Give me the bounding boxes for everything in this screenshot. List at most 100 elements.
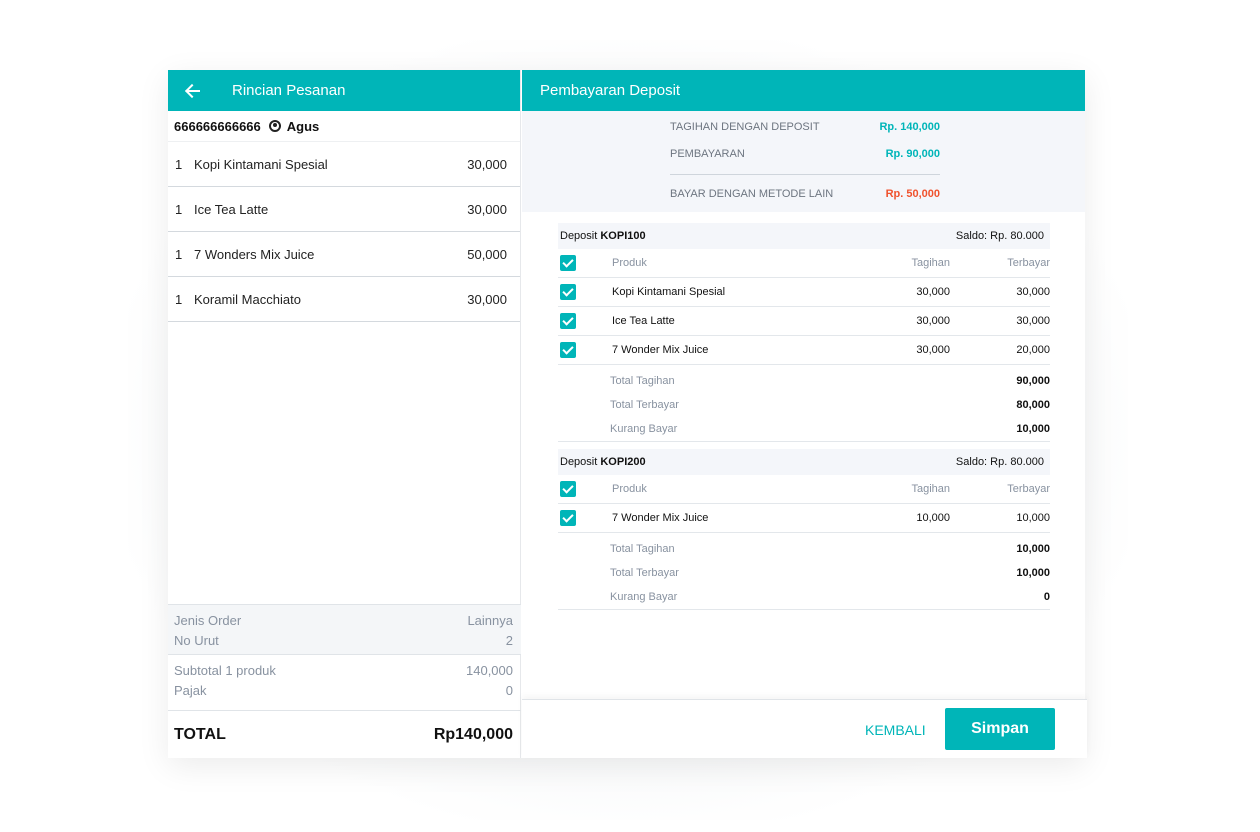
order-item[interactable]: 1 Koramil Macchiato 30,000 xyxy=(168,277,520,322)
row-tagihan: 30,000 xyxy=(916,315,950,327)
row-checkbox[interactable] xyxy=(560,510,576,526)
customer-id: 666666666666 xyxy=(174,118,261,134)
customer-info: 666666666666 Agus xyxy=(168,111,520,141)
order-item-qty: 1 xyxy=(175,201,183,217)
row-tagihan: 30,000 xyxy=(916,286,950,298)
deposit-totals: Total Tagihan 10,000 Total Terbayar 10,0… xyxy=(558,533,1050,610)
order-item-name: Ice Tea Latte xyxy=(194,201,269,217)
order-item-name: Kopi Kintamani Spesial xyxy=(194,156,328,172)
table-header-row: Produk Tagihan Terbayar xyxy=(558,249,1050,278)
total-tagihan-value: 10,000 xyxy=(1016,543,1050,555)
row-produk: Kopi Kintamani Spesial xyxy=(612,286,726,298)
panel-title: Pembayaran Deposit xyxy=(540,82,681,99)
table-row: 7 Wonder Mix Juice 10,000 10,000 xyxy=(558,504,1050,533)
deposit-prefix: Deposit xyxy=(560,456,598,468)
table-row: Ice Tea Latte 30,000 30,000 xyxy=(558,307,1050,336)
row-checkbox[interactable] xyxy=(560,342,576,358)
payment-summary: TAGIHAN DENGAN DEPOSIT Rp. 140,000 PEMBA… xyxy=(522,111,1085,212)
row-produk: Ice Tea Latte xyxy=(612,315,675,327)
summary-divider xyxy=(670,174,940,175)
page-title: Rincian Pesanan xyxy=(232,82,346,99)
kurang-bayar-value: 0 xyxy=(1043,591,1050,603)
summary-tagihan-value: Rp. 140,000 xyxy=(879,121,940,133)
row-tagihan: 10,000 xyxy=(916,512,950,524)
row-checkbox[interactable] xyxy=(560,284,576,300)
row-terbayar: 30,000 xyxy=(1016,286,1050,298)
summary-other-method-row: BAYAR DENGAN METODE LAIN Rp. 50,000 xyxy=(670,188,940,200)
order-item[interactable]: 1 Kopi Kintamani Spesial 30,000 xyxy=(168,142,520,187)
kurang-bayar-row: Kurang Bayar 0 xyxy=(558,585,1050,609)
row-terbayar: 10,000 xyxy=(1016,512,1050,524)
deposit-code: KOPI200 xyxy=(600,456,646,468)
subtotal-value: 140,000 xyxy=(466,663,513,678)
order-item-qty: 1 xyxy=(175,246,183,262)
summary-pembayaran-value: Rp. 90,000 xyxy=(885,148,940,160)
back-button[interactable]: KEMBALI xyxy=(865,722,926,738)
total-tagihan-label: Total Tagihan xyxy=(610,375,675,387)
deposit-code: KOPI100 xyxy=(600,230,646,242)
total-tagihan-row: Total Tagihan 90,000 xyxy=(558,369,1050,393)
column-header-tagihan: Tagihan xyxy=(911,257,950,269)
tax-label: Pajak xyxy=(174,683,207,698)
row-checkbox[interactable] xyxy=(560,313,576,329)
row-terbayar: 20,000 xyxy=(1016,344,1050,356)
customer-name: Agus xyxy=(286,118,320,134)
queue-number-label: No Urut xyxy=(174,633,219,648)
order-item-price: 30,000 xyxy=(467,201,507,217)
row-tagihan: 30,000 xyxy=(916,344,950,356)
arrow-left-icon[interactable] xyxy=(184,82,202,100)
queue-number-value: 2 xyxy=(505,633,513,648)
deposit-payment-header: Pembayaran Deposit xyxy=(522,70,1085,111)
summary-tagihan-row: TAGIHAN DENGAN DEPOSIT Rp. 140,000 xyxy=(670,121,940,133)
summary-other-method-label: BAYAR DENGAN METODE LAIN xyxy=(670,188,834,200)
order-type-label: Jenis Order xyxy=(174,613,242,628)
deposit-prefix: Deposit xyxy=(560,230,598,242)
order-item[interactable]: 1 Ice Tea Latte 30,000 xyxy=(168,187,520,232)
column-header-tagihan: Tagihan xyxy=(911,483,950,495)
order-item-name: Koramil Macchiato xyxy=(194,291,301,307)
deposit-card: Deposit KOPI200 Saldo: Rp. 80.000 Produk… xyxy=(558,449,1050,610)
total-terbayar-label: Total Terbayar xyxy=(610,567,679,579)
total-terbayar-value: 10,000 xyxy=(1016,567,1050,579)
total-tagihan-label: Total Tagihan xyxy=(610,543,675,555)
order-type-row: Jenis Order Lainnya xyxy=(174,611,513,631)
subtotal-section: Subtotal 1 produk 140,000 Pajak 0 xyxy=(168,654,521,709)
kurang-bayar-row: Kurang Bayar 10,000 xyxy=(558,417,1050,441)
order-item-qty: 1 xyxy=(175,156,183,172)
summary-tagihan-label: TAGIHAN DENGAN DEPOSIT xyxy=(670,121,820,133)
app-window: Rincian Pesanan 666666666666 Agus 1 Kopi… xyxy=(168,70,1087,758)
deposit-header: Deposit KOPI200 Saldo: Rp. 80.000 xyxy=(558,449,1050,475)
order-item-price: 30,000 xyxy=(467,291,507,307)
row-produk: 7 Wonder Mix Juice xyxy=(612,512,709,524)
save-button[interactable]: Simpan xyxy=(945,708,1055,750)
order-item[interactable]: 1 7 Wonders Mix Juice 50,000 xyxy=(168,232,520,277)
table-row: Kopi Kintamani Spesial 30,000 30,000 xyxy=(558,278,1050,307)
select-all-checkbox[interactable] xyxy=(560,481,576,497)
user-icon xyxy=(268,120,281,132)
row-produk: 7 Wonder Mix Juice xyxy=(612,344,709,356)
column-header-terbayar: Terbayar xyxy=(1007,257,1050,269)
kurang-bayar-value: 10,000 xyxy=(1016,423,1050,435)
total-terbayar-row: Total Terbayar 80,000 xyxy=(558,393,1050,417)
tax-row: Pajak 0 xyxy=(174,681,513,701)
order-meta: Jenis Order Lainnya No Urut 2 xyxy=(168,604,521,654)
kurang-bayar-label: Kurang Bayar xyxy=(610,591,678,603)
table-header-row: Produk Tagihan Terbayar xyxy=(558,475,1050,504)
row-terbayar: 30,000 xyxy=(1016,315,1050,327)
deposit-balance: Saldo: Rp. 80.000 xyxy=(955,456,1044,468)
deposit-card: Deposit KOPI100 Saldo: Rp. 80.000 Produk… xyxy=(558,223,1050,442)
summary-pembayaran-row: PEMBAYARAN Rp. 90,000 xyxy=(670,148,940,160)
column-header-terbayar: Terbayar xyxy=(1007,483,1050,495)
summary-other-method-value: Rp. 50,000 xyxy=(885,188,940,200)
select-all-checkbox[interactable] xyxy=(560,255,576,271)
deposit-totals: Total Tagihan 90,000 Total Terbayar 80,0… xyxy=(558,365,1050,442)
column-header-produk: Produk xyxy=(612,483,647,495)
kurang-bayar-label: Kurang Bayar xyxy=(610,423,678,435)
table-row: 7 Wonder Mix Juice 30,000 20,000 xyxy=(558,336,1050,365)
order-detail-panel: Rincian Pesanan 666666666666 Agus 1 Kopi… xyxy=(168,70,521,758)
subtotal-row: Subtotal 1 produk 140,000 xyxy=(174,661,513,681)
order-type-value: Lainnya xyxy=(467,613,513,628)
order-detail-header: Rincian Pesanan xyxy=(168,70,520,111)
total-row: TOTAL Rp140,000 xyxy=(168,710,521,758)
total-terbayar-value: 80,000 xyxy=(1016,399,1050,411)
